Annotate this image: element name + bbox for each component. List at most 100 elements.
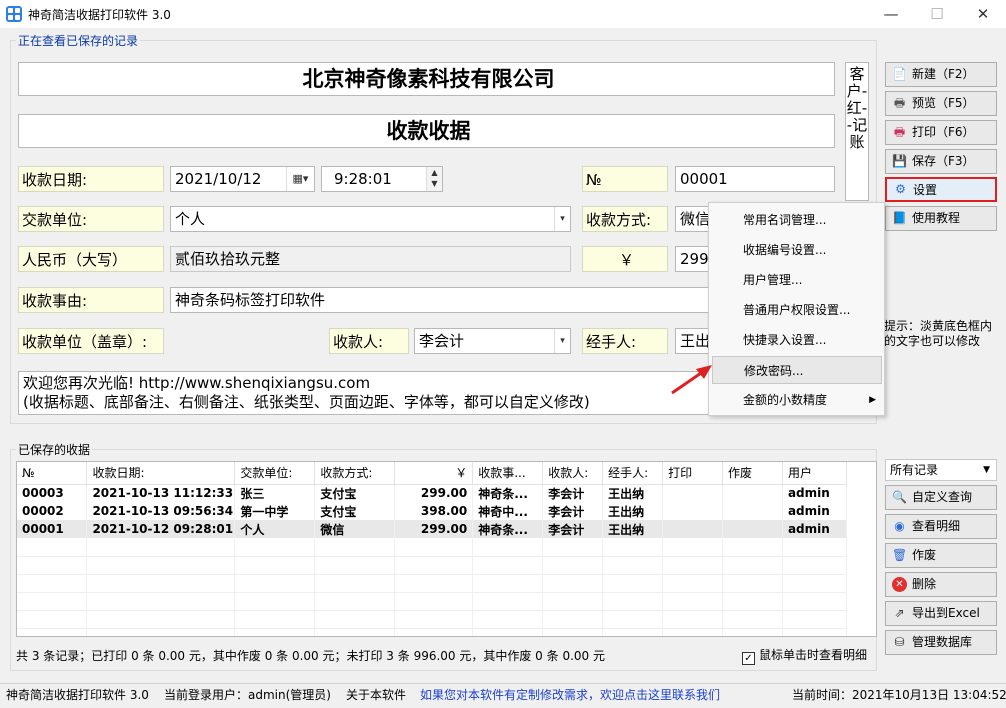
status-bar: 神奇简洁收据打印软件 3.0 当前登录用户：admin(管理员) 关于本软件 如… <box>0 683 1006 708</box>
method-label[interactable]: 收款方式: <box>582 206 668 232</box>
table-cell: 神奇条... <box>472 520 544 538</box>
empty-cell <box>17 574 88 593</box>
table-cell <box>722 502 783 520</box>
column-header[interactable]: 交款单位: <box>234 462 316 485</box>
column-header[interactable]: 用户 <box>782 462 848 485</box>
empty-cell <box>86 628 236 636</box>
hint-text: 提示：淡黄底色框内的文字也可以修改 <box>884 319 993 348</box>
column-header[interactable]: 收款日期: <box>86 462 236 485</box>
chevron-down-icon[interactable]: ▾ <box>554 329 570 353</box>
empty-cell <box>472 610 544 629</box>
document-title[interactable]: 收款收据 <box>18 114 835 148</box>
table-row[interactable]: 00002 2021-10-13 09:56:34 第一中学 支付宝 398.00 神奇中… <box>17 502 848 520</box>
custom-query-button[interactable]: 🔍 自定义查询 <box>885 485 997 510</box>
chevron-down-icon[interactable]: ▾ <box>554 207 570 231</box>
close-button[interactable]: ✕ <box>960 0 1006 28</box>
empty-cell <box>234 628 316 636</box>
empty-cell <box>234 592 316 611</box>
about-link[interactable]: 关于本软件 <box>346 684 406 706</box>
empty-cell <box>602 610 664 629</box>
table-header: № 收款日期: 交款单位: 收款方式: ￥ 收款事... 收款人: 经手人: 打印 作废 用户 <box>17 462 848 485</box>
side-remark[interactable]: 客户-红--记账 <box>845 62 869 201</box>
yen-label[interactable]: ￥ <box>582 246 668 272</box>
record-filter-select[interactable]: 所有记录 ▼ <box>885 459 997 481</box>
column-header[interactable]: 打印 <box>662 462 724 485</box>
column-header[interactable]: 收款人: <box>542 462 604 485</box>
save-button[interactable]: 💾 保存（F3） <box>885 149 997 174</box>
view-detail-button[interactable]: ◉ 查看明细 <box>885 514 997 539</box>
empty-cell <box>662 574 724 593</box>
date-value: 2021/10/12 <box>175 170 262 188</box>
menu-item-user-permissions[interactable]: 普通用户权限设置... <box>712 296 882 324</box>
column-header[interactable]: № <box>17 462 88 485</box>
number-label[interactable]: № <box>582 166 668 192</box>
table-cell: 299.00 <box>394 520 474 538</box>
preview-button[interactable]: 🖶 预览（F5） <box>885 91 997 116</box>
table-row[interactable]: 00001 2021-10-12 09:28:01 个人 微信 299.00 神奇条...… <box>17 520 848 538</box>
menu-item-receipt-number[interactable]: 收据编号设置... <box>712 236 882 264</box>
empty-cell <box>782 610 848 629</box>
table-cell: 神奇中... <box>472 502 544 520</box>
menu-item-quick-entry[interactable]: 快捷录入设置... <box>712 326 882 354</box>
unit-label[interactable]: 收款单位（盖章）: <box>18 328 164 354</box>
table-cell: 李会计 <box>542 502 604 520</box>
settings-button[interactable]: ⚙ 设置 <box>885 177 997 202</box>
calendar-icon[interactable]: ▦▾ <box>286 167 314 191</box>
company-title[interactable]: 北京神奇像素科技有限公司 <box>18 62 835 96</box>
date-picker[interactable]: 2021/10/12 ▦▾ <box>170 166 315 192</box>
payer-select[interactable]: 个人 ▾ <box>170 206 571 232</box>
table-cell: 00003 <box>17 484 88 502</box>
menu-item-user-management[interactable]: 用户管理... <box>712 266 882 294</box>
gear-icon: ⚙ <box>895 182 906 196</box>
records-table[interactable]: № 收款日期: 交款单位: 收款方式: ￥ 收款事... 收款人: 经手人: 打印 作废 用户 00… <box>16 461 877 637</box>
empty-cell <box>722 610 783 629</box>
empty-cell <box>234 556 316 575</box>
reason-label[interactable]: 收款事由: <box>18 287 164 313</box>
column-header[interactable]: 经手人: <box>602 462 664 485</box>
column-header[interactable]: ￥ <box>394 462 474 485</box>
table-cell: 支付宝 <box>314 502 396 520</box>
reason-input[interactable]: 神奇条码标签打印软件 <box>170 287 715 313</box>
receiver-label[interactable]: 收款人: <box>329 328 409 354</box>
print-button[interactable]: 🖶 打印（F6） <box>885 120 997 145</box>
status-app-name: 神奇简洁收据打印软件 3.0 <box>6 688 149 702</box>
column-header[interactable]: 收款方式: <box>314 462 396 485</box>
floppy-icon: 💾 <box>892 154 907 168</box>
column-header[interactable]: 收款事... <box>472 462 544 485</box>
number-input[interactable]: 00001 <box>675 166 835 192</box>
payer-label[interactable]: 交款单位: <box>18 206 164 232</box>
menu-item-decimal-precision[interactable]: 金额的小数精度 ▶ <box>712 386 882 414</box>
handler-label[interactable]: 经手人: <box>582 328 668 354</box>
table-row[interactable]: 00003 2021-10-13 11:12:33 张三 支付宝 299.00 神奇条..… <box>17 484 848 502</box>
empty-cell <box>314 574 396 593</box>
column-header[interactable]: 作废 <box>722 462 783 485</box>
export-excel-button[interactable]: ⇗ 导出到Excel <box>885 601 997 626</box>
delete-button[interactable]: ✕ 删除 <box>885 572 997 597</box>
manage-database-button[interactable]: ⛁ 管理数据库 <box>885 630 997 655</box>
empty-row <box>17 592 848 611</box>
empty-cell <box>86 556 236 575</box>
spin-icon[interactable]: ▲ ▼ <box>426 167 442 191</box>
table-cell <box>722 484 783 502</box>
menu-item-common-terms[interactable]: 常用名词管理... <box>712 206 882 234</box>
receiver-select[interactable]: 李会计 ▾ <box>414 328 571 354</box>
empty-cell <box>234 610 316 629</box>
date-label[interactable]: 收款日期: <box>18 166 164 192</box>
empty-cell <box>602 556 664 575</box>
contact-link[interactable]: 如果您对本软件有定制修改需求，欢迎点击这里联系我们 <box>420 684 720 706</box>
status-user: 当前登录用户：admin(管理员) <box>164 688 331 702</box>
remark-textarea[interactable]: 欢迎您再次光临! http://www.shenqixiangsu.com (收… <box>18 371 718 415</box>
empty-cell <box>782 556 848 575</box>
time-picker[interactable]: 9:28:01 ▲ ▼ <box>321 166 443 192</box>
empty-cell <box>602 538 664 557</box>
detail-on-click-checkbox[interactable]: ✓ 鼠标单击时查看明细 <box>742 646 867 665</box>
new-button[interactable]: 📄 新建（F2） <box>885 62 997 87</box>
records-group-label: 已保存的收据 <box>16 441 93 458</box>
void-button[interactable]: 🗑 作废 <box>885 543 997 568</box>
table-cell: admin <box>782 520 848 538</box>
menu-item-change-password[interactable]: 修改密码... <box>712 356 882 384</box>
maximize-button[interactable]: ☐ <box>914 0 960 28</box>
rmb-label[interactable]: 人民币（大写） <box>18 246 164 272</box>
tutorial-button[interactable]: 📘 使用教程 <box>885 206 997 231</box>
minimize-button[interactable]: — <box>868 0 914 28</box>
